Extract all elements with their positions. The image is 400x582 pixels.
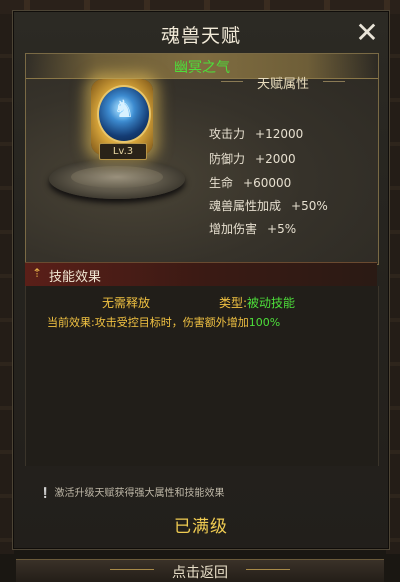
- skill-effect-panel: [25, 286, 379, 466]
- attribute-label: 防御力: [209, 152, 246, 166]
- dialog-title: 魂兽天赋: [160, 25, 241, 47]
- attribute-row: 魂兽属性加成 +50%: [209, 197, 328, 214]
- exclamation-icon: ❕: [39, 488, 52, 499]
- skill-type-value: 被动技能: [247, 296, 296, 310]
- attribute-row: 防御力 +2000: [209, 150, 296, 167]
- attribute-value: +12000: [255, 127, 304, 141]
- attribute-value: +60000: [243, 176, 292, 190]
- close-button[interactable]: ✕: [351, 17, 383, 49]
- back-button[interactable]: 点击返回: [0, 562, 400, 582]
- skill-effect-header: ⇡ 技能效果: [25, 262, 377, 288]
- attribute-value: +50%: [291, 199, 328, 213]
- emblem-pedestal-top: [71, 166, 163, 188]
- skill-type: 类型:被动技能: [219, 294, 295, 311]
- attribute-row: 增加伤害 +5%: [209, 220, 296, 237]
- attribute-row: 攻击力 +12000: [209, 125, 303, 142]
- upgrade-tip: ❕ 激活升级天赋获得强大属性和技能效果: [39, 484, 224, 499]
- effect-label: 当前效果:: [47, 316, 95, 329]
- skill-release-text: 无需释放: [102, 296, 151, 310]
- effect-text: 攻击受控目标时，伤害额外增加: [94, 316, 249, 329]
- attribute-label: 攻击力: [209, 127, 246, 141]
- max-level-status: 已满级: [174, 517, 228, 537]
- skill-current-effect: 当前效果:攻击受控目标时，伤害额外增加100%: [47, 314, 280, 330]
- attribute-label: 增加伤害: [209, 222, 258, 236]
- skill-type-label: 类型:: [219, 296, 248, 310]
- upgrade-tip-text: 激活升级天赋获得强大属性和技能效果: [54, 488, 225, 499]
- close-icon: ✕: [355, 16, 379, 49]
- skill-effect-title: 技能效果: [49, 270, 102, 285]
- beast-head-orb-icon: ♞: [113, 95, 135, 123]
- effect-percent: 100%: [248, 316, 281, 329]
- arrow-up-icon: ⇡: [32, 266, 43, 280]
- attribute-label: 魂兽属性加成: [209, 199, 282, 213]
- attribute-value: +5%: [267, 222, 297, 236]
- attribute-label: 生命: [209, 176, 234, 190]
- attribute-value: +2000: [255, 152, 296, 166]
- attributes-header: 天赋属性: [221, 73, 345, 92]
- attribute-row: 生命 +60000: [209, 174, 291, 191]
- talent-level-badge: Lv.3: [99, 143, 147, 160]
- talent-dialog: 魂兽天赋 ✕ 幽冥之气 ♞ Lv.3 天赋属性 攻击力 +12000 防御力 +20…: [12, 10, 390, 550]
